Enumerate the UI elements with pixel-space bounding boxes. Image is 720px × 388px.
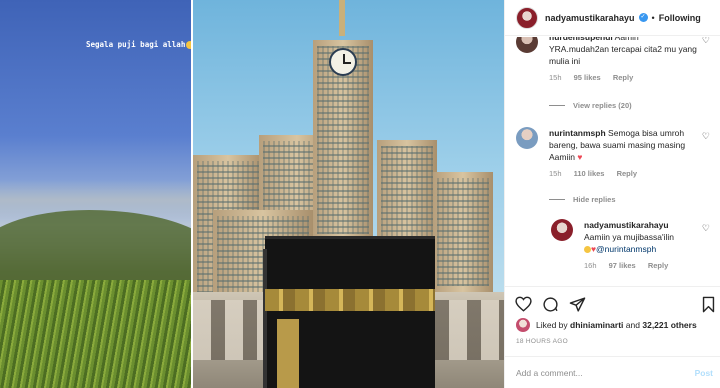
comment-likes[interactable]: 110 likes: [574, 169, 605, 178]
post-header: nadyamustikarahayu ✓ • Following: [505, 0, 720, 36]
reply-meta: 16h 97 likes Reply: [584, 260, 702, 272]
comment-meta: 15h 110 likes Reply: [549, 168, 699, 180]
likes-others-button[interactable]: 32,221 others: [642, 320, 696, 330]
grass: [0, 280, 191, 388]
reply-button[interactable]: Reply: [617, 169, 637, 178]
add-comment-bar: Post: [505, 356, 720, 388]
reply-author-avatar[interactable]: [551, 219, 573, 241]
hide-replies-label: Hide replies: [573, 195, 616, 204]
reply-username[interactable]: nadyamustikarahayu: [584, 220, 669, 230]
post-sidebar: nadyamustikarahayu ✓ • Following nurdeni…: [504, 0, 720, 388]
post-comment-button[interactable]: Post: [695, 368, 713, 378]
kaaba: [263, 236, 435, 388]
reply-text: Aamiin ya mujibassa'ilin: [584, 232, 674, 242]
kaaba-edge: [263, 249, 267, 388]
reply-button[interactable]: Reply: [648, 261, 668, 270]
reply-button[interactable]: Reply: [613, 73, 633, 82]
comment-like-icon[interactable]: ♡: [702, 37, 710, 46]
story-caption: Segala puji bagi allah: [86, 40, 191, 49]
bookmark-icon[interactable]: [699, 295, 717, 313]
comment-body: nurdenisupendi Aamin YRA.mudah2an tercap…: [549, 37, 699, 84]
post-photo[interactable]: [193, 0, 504, 388]
liker-avatar[interactable]: [516, 318, 530, 332]
comment-body: nurintanmsph Semoga bisa umroh bareng, b…: [549, 127, 699, 180]
story-preview[interactable]: Segala puji bagi allah: [0, 0, 191, 388]
commenter-username[interactable]: nurintanmsph: [549, 128, 606, 138]
comment-like-icon[interactable]: ♡: [702, 131, 710, 142]
smile-emoji-icon: [584, 246, 591, 254]
story-caption-text: Segala puji bagi allah: [86, 40, 186, 49]
reply-likes[interactable]: 97 likes: [609, 261, 636, 270]
commenter-avatar[interactable]: [516, 37, 538, 53]
likes-and: and: [625, 320, 640, 330]
reply-mention[interactable]: @nurintanmsph: [596, 244, 656, 254]
clock-face: [329, 48, 357, 76]
far-right-building: [433, 172, 493, 292]
red-heart-emoji-icon: ♥: [577, 152, 583, 162]
heart-outline-icon[interactable]: [514, 295, 532, 313]
comment-time[interactable]: 15h: [549, 73, 562, 82]
action-bar: [505, 286, 720, 322]
author-avatar[interactable]: [516, 6, 538, 29]
hide-replies-button[interactable]: Hide replies: [549, 195, 616, 204]
smile-emoji-icon: [186, 41, 191, 49]
reply-time[interactable]: 16h: [584, 261, 597, 270]
add-comment-input[interactable]: [516, 367, 695, 378]
liked-by-prefix: Liked by: [536, 320, 568, 330]
commenter-username[interactable]: nurdenisupendi: [549, 37, 613, 42]
header-separator: •: [651, 12, 655, 23]
kaaba-door: [277, 319, 299, 388]
following-button[interactable]: Following: [659, 13, 701, 23]
paper-plane-icon[interactable]: [568, 295, 586, 313]
verified-badge-icon: ✓: [638, 13, 648, 22]
comment-time[interactable]: 15h: [549, 169, 562, 178]
view-replies-label: View replies (20): [573, 101, 632, 110]
author-username[interactable]: nadyamustikarahayu: [545, 13, 635, 23]
comment-list[interactable]: nurdenisupendi Aamin YRA.mudah2an tercap…: [505, 37, 720, 285]
liker-username[interactable]: dhiniaminarti: [570, 320, 623, 330]
reply-body: nadyamustikarahayu Aamiin ya mujibassa'i…: [584, 219, 702, 272]
commenter-avatar[interactable]: [516, 127, 538, 149]
comment-meta: 15h 95 likes Reply: [549, 72, 699, 84]
tower-spire: [339, 0, 345, 36]
reply-like-icon[interactable]: ♡: [702, 223, 710, 234]
comment-likes[interactable]: 95 likes: [574, 73, 601, 82]
kaaba-gold-band: [265, 289, 435, 311]
view-replies-button[interactable]: View replies (20): [549, 101, 632, 110]
comment-bubble-icon[interactable]: [541, 295, 559, 313]
post-timestamp[interactable]: 18 HOURS AGO: [516, 338, 568, 345]
likes-summary: Liked by dhiniaminarti and 32,221 others: [516, 318, 697, 332]
